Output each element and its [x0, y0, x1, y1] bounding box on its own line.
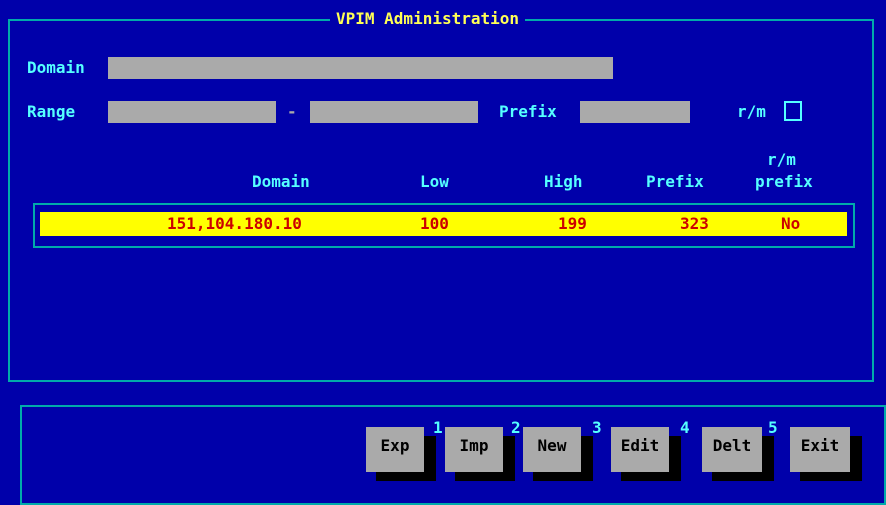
range-high-field[interactable] — [310, 101, 478, 123]
fkey-4-label: 4 — [680, 418, 690, 437]
delt-button[interactable]: Delt — [702, 427, 762, 472]
header-rm-prefix-line2: prefix — [755, 172, 813, 191]
rm-checkbox[interactable] — [784, 101, 802, 121]
cell-low: 100 — [420, 214, 449, 233]
cell-domain: 151,104.180.10 — [167, 214, 302, 233]
domain-label: Domain — [27, 58, 85, 77]
range-separator: - — [287, 102, 297, 121]
header-domain: Domain — [252, 172, 310, 191]
edit-button[interactable]: Edit — [611, 427, 669, 472]
imp-button[interactable]: Imp — [445, 427, 503, 472]
fkey-1-label: 1 — [433, 418, 443, 437]
cell-high: 199 — [558, 214, 587, 233]
fkey-5-label: 5 — [768, 418, 778, 437]
header-low: Low — [420, 172, 449, 191]
cell-prefix: 323 — [680, 214, 709, 233]
header-prefix: Prefix — [646, 172, 704, 191]
prefix-label: Prefix — [499, 102, 557, 121]
new-button[interactable]: New — [523, 427, 581, 472]
fkey-2-label: 2 — [511, 418, 521, 437]
exp-button[interactable]: Exp — [366, 427, 424, 472]
prefix-field[interactable] — [580, 101, 690, 123]
fkey-3-label: 3 — [592, 418, 602, 437]
exit-button[interactable]: Exit — [790, 427, 850, 472]
cell-rm-prefix: No — [781, 214, 801, 233]
rm-label: r/m — [737, 102, 766, 121]
header-high: High — [544, 172, 583, 191]
header-rm-prefix-line1: r/m — [767, 150, 796, 169]
window-title: VPIM Administration — [330, 9, 526, 29]
range-label: Range — [27, 102, 76, 121]
domain-field[interactable] — [108, 57, 613, 79]
range-low-field[interactable] — [108, 101, 276, 123]
